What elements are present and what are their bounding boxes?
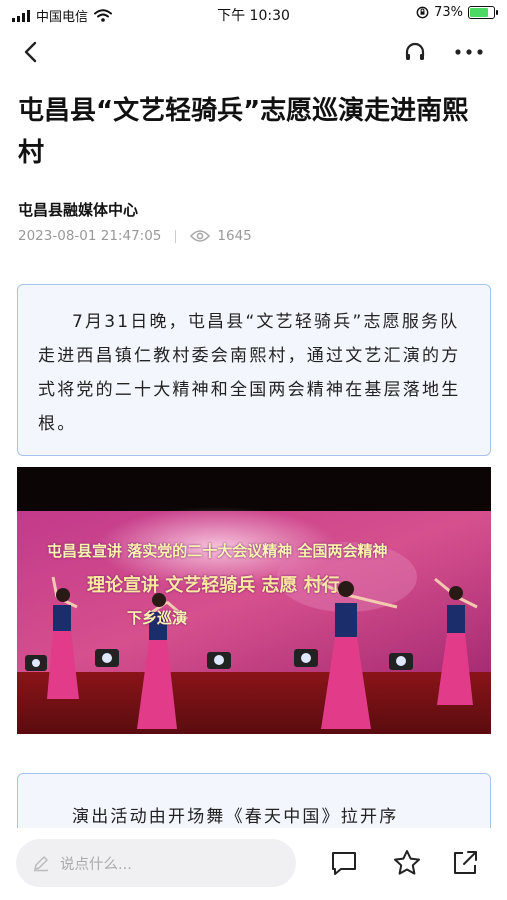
article-meta: 2023-08-01 21:47:05 1645: [18, 228, 252, 244]
view-count: 1645: [217, 228, 252, 244]
stage-performance-image: [17, 467, 491, 734]
article-photo[interactable]: 屯昌县宣讲 落实党的二十大会议精神 全国两会精神 理论宣讲 文艺轻骑兵 志愿 村…: [17, 467, 491, 734]
headphones-icon[interactable]: [402, 39, 428, 65]
top-nav: [0, 30, 507, 74]
bottom-bar: 说点什么...: [0, 828, 507, 900]
battery-icon: [468, 6, 498, 19]
orientation-lock-icon: [416, 6, 429, 19]
back-icon[interactable]: [18, 38, 46, 66]
status-bar: 中国电信 下午 10:30 73%: [0, 0, 507, 30]
banner-text-line1: 屯昌县宣讲 落实党的二十大会议精神 全国两会精神: [47, 542, 388, 560]
comment-placeholder: 说点什么...: [60, 856, 132, 873]
more-icon[interactable]: [452, 39, 486, 65]
battery-percent: 73%: [434, 5, 463, 20]
meta-divider: [175, 229, 177, 243]
star-icon[interactable]: [392, 848, 422, 878]
comment-input[interactable]: 说点什么...: [16, 839, 296, 887]
summary-text: 7月31日晚，屯昌县“文艺轻骑兵”志愿服务队走进西昌镇仁教村委会南熙村，通过文艺…: [38, 312, 461, 434]
article-title: 屯昌县“文艺轻骑兵”志愿巡演走进南熙村: [18, 96, 469, 168]
publish-datetime: 2023-08-01 21:47:05: [18, 228, 162, 244]
pencil-icon: [34, 856, 48, 872]
article-source[interactable]: 屯昌县融媒体中心: [18, 199, 138, 220]
banner-text-line2: 理论宣讲 文艺轻骑兵 志愿 村行: [87, 575, 340, 596]
eye-icon: [190, 230, 211, 242]
share-icon[interactable]: [450, 848, 480, 878]
comment-icon[interactable]: [329, 848, 359, 878]
summary-card: 7月31日晚，屯昌县“文艺轻骑兵”志愿服务队走进西昌镇仁教村委会南熙村，通过文艺…: [17, 284, 491, 456]
banner-text-line3: 下乡巡演: [127, 609, 188, 627]
